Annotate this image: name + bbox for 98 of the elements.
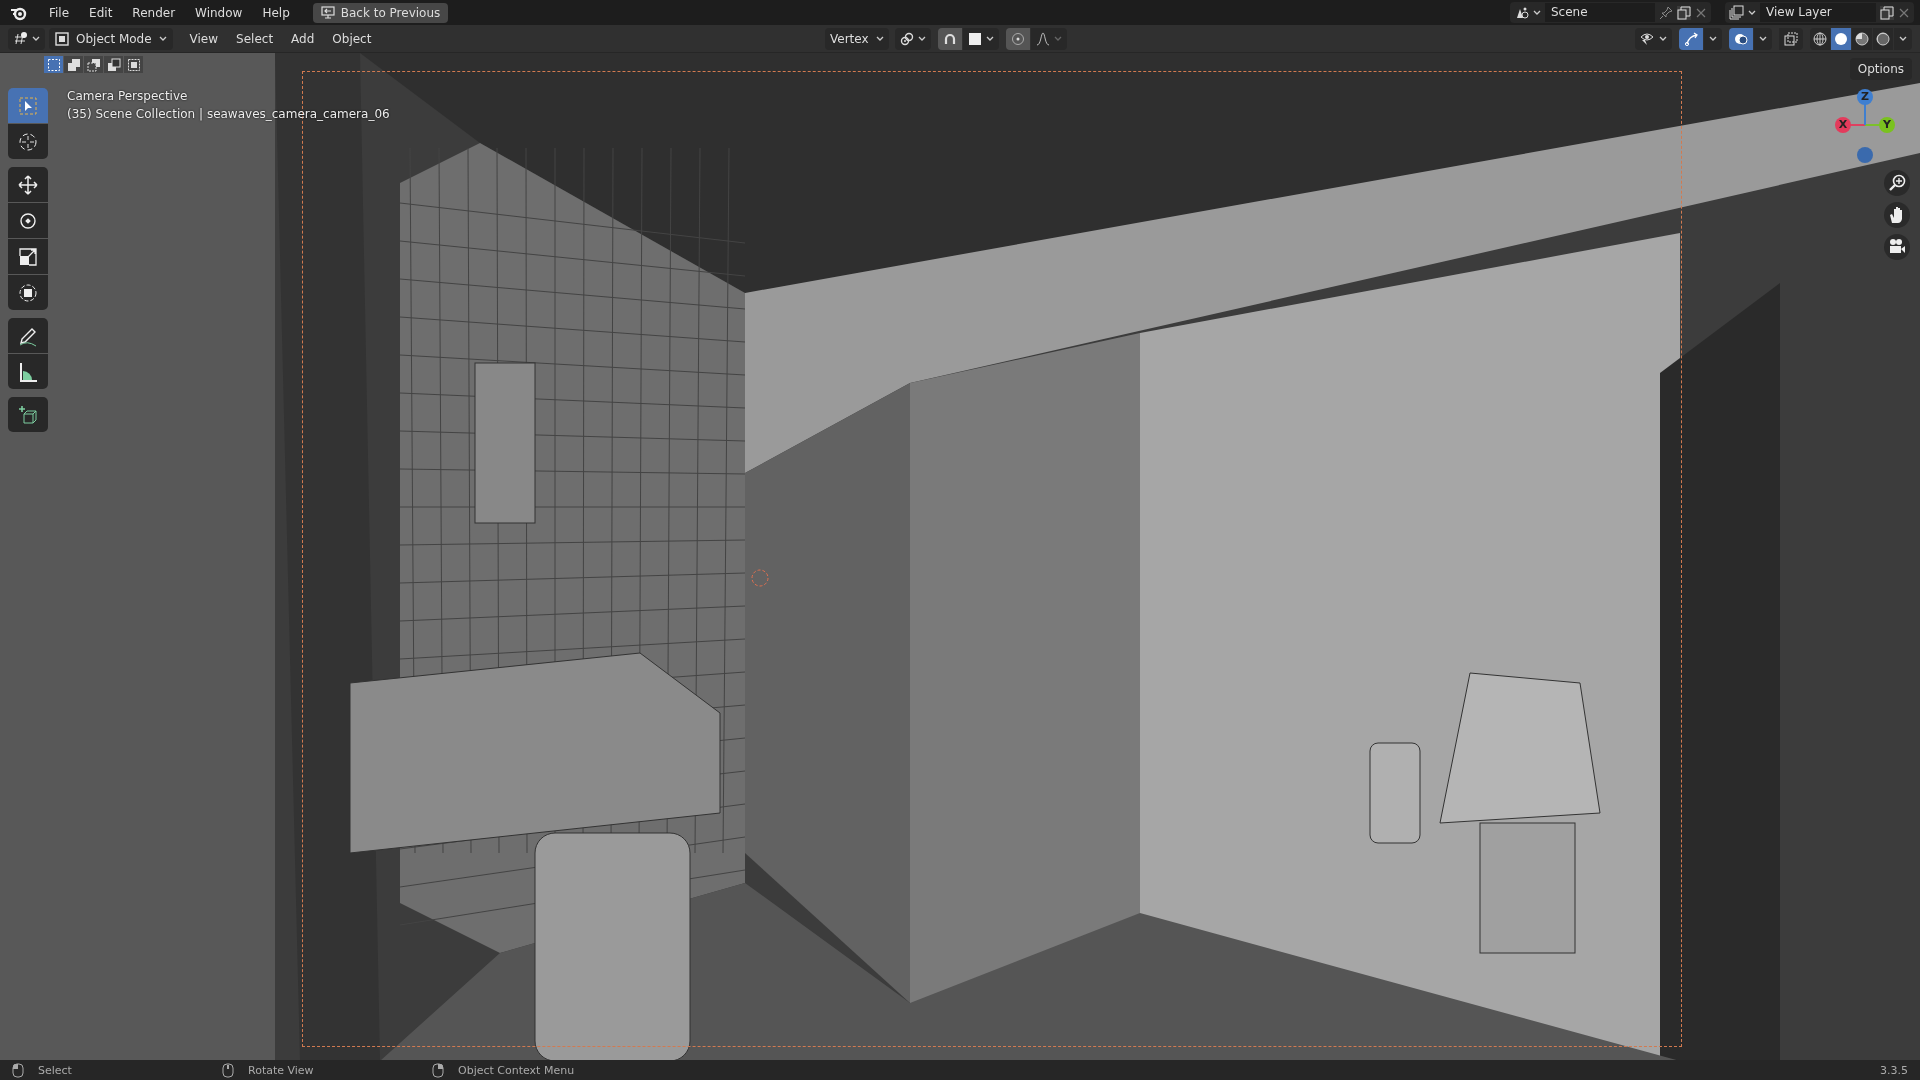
add-cube-icon [17,403,39,426]
overlapping-circles-icon [1734,31,1748,46]
status-hint: Object Context Menu [458,1063,575,1077]
copy-icon [1677,5,1691,20]
caret-icon [1759,35,1767,42]
tool-button[interactable] [8,318,48,353]
object-mode-dropdown[interactable]: Object Mode [49,27,173,50]
viewport-info: (35) Scene Collection | seawaves_camera_camera_06 [67,106,390,123]
selection-mode-button[interactable] [124,56,143,73]
menu-item[interactable]: Help [253,2,299,23]
snap-element-dropdown[interactable] [963,27,999,50]
transform-icon [17,281,39,304]
selection-mode-button[interactable] [84,56,103,73]
gizmo-arrows-icon [1684,31,1698,46]
caret-icon [158,35,167,42]
monitor-back-icon [320,6,335,19]
selection-mode-icon [86,57,101,72]
selection-mode-icon [46,57,61,72]
options-dropdown[interactable]: Options [1849,58,1912,80]
xray-toggle[interactable] [1779,27,1803,50]
scene-selector[interactable]: Scene [1510,2,1711,23]
zoom-icon[interactable] [1887,173,1907,193]
rendered-sphere-icon [1876,31,1890,46]
linked-circles-icon [900,31,914,46]
falloff-curve-icon [1036,31,1050,46]
viewport-title: Camera Perspective [67,88,189,105]
caret-icon [876,35,884,42]
scene-icon [1514,5,1529,20]
menu-item[interactable]: Window [186,2,252,23]
square-icon [968,31,982,46]
caret-icon [1709,35,1717,42]
transform-pivot-button[interactable] [895,27,931,50]
shading-mode-button[interactable] [1852,27,1872,50]
view-layer-selector[interactable]: View Layer [1725,2,1914,23]
menu-item[interactable]: View [182,28,226,49]
xray-icon [1784,31,1798,46]
pin-icon [1659,5,1673,20]
mouse-icon [222,1062,234,1078]
menu-item[interactable]: Render [123,2,185,23]
magnet-icon [943,31,957,46]
close-icon [1898,6,1910,19]
target-icon [1011,31,1025,46]
layers-icon [1729,5,1744,20]
caret-icon [986,35,994,42]
caret-icon [1533,9,1541,16]
ruler-protractor-icon [17,360,39,383]
cursor-icon [17,130,39,153]
back-to-previous-button[interactable]: Back to Previous [312,2,449,23]
caret-icon [918,35,926,42]
overlays-toggle[interactable] [1729,27,1753,50]
falloff-dropdown[interactable] [1031,27,1067,50]
eye-pointer-icon [1640,31,1655,46]
caret-icon [1748,9,1756,16]
copy-icon [1880,5,1894,20]
shading-mode-button[interactable] [1873,27,1893,50]
material-sphere-icon [1855,31,1869,46]
snap-target-dropdown[interactable]: Vertex [825,27,889,50]
close-icon [1695,6,1707,19]
version-label: 3.3.5 [1880,1063,1908,1077]
wireframe-sphere-icon [1813,31,1827,46]
viewport-icon [13,31,28,46]
menu-item[interactable]: File [40,2,79,23]
tool-button[interactable] [8,239,48,274]
selection-mode-button[interactable] [104,56,123,73]
selection-mode-icon [106,57,121,72]
solid-sphere-icon [1834,31,1848,46]
snap-button[interactable] [938,27,962,50]
menu-item[interactable]: Select [229,28,281,49]
selection-mode-icon [66,57,81,72]
shading-mode-button[interactable] [1810,27,1830,50]
tool-button[interactable] [8,397,48,432]
proportional-editing-button[interactable] [1006,27,1030,50]
status-hint: Rotate View [248,1063,314,1077]
tool-button[interactable] [8,354,48,389]
selection-mode-button[interactable] [44,56,63,73]
caret-icon [1659,35,1667,42]
tool-button[interactable] [8,203,48,238]
visibility-dropdown[interactable] [1635,27,1672,50]
mouse-icon [12,1062,24,1078]
object-mode-icon [55,31,69,46]
status-hint: Select [38,1063,72,1077]
caret-icon [1899,35,1907,42]
editor-type-button[interactable] [8,27,45,50]
caret-icon [32,35,40,42]
mouse-icon [432,1062,444,1078]
shading-mode-button[interactable] [1831,27,1851,50]
gizmos-toggle[interactable] [1679,27,1703,50]
move-icon [17,173,39,196]
caret-icon [1054,35,1062,42]
menu-item[interactable]: Add [284,28,322,49]
select-box-icon [17,94,39,117]
tool-button[interactable] [8,167,48,202]
tool-button[interactable] [8,275,48,310]
scale-icon [17,245,39,268]
selection-mode-icon [126,57,141,72]
menu-item[interactable]: Object [325,28,379,49]
selection-mode-button[interactable] [64,56,83,73]
menu-item[interactable]: Edit [80,2,122,23]
